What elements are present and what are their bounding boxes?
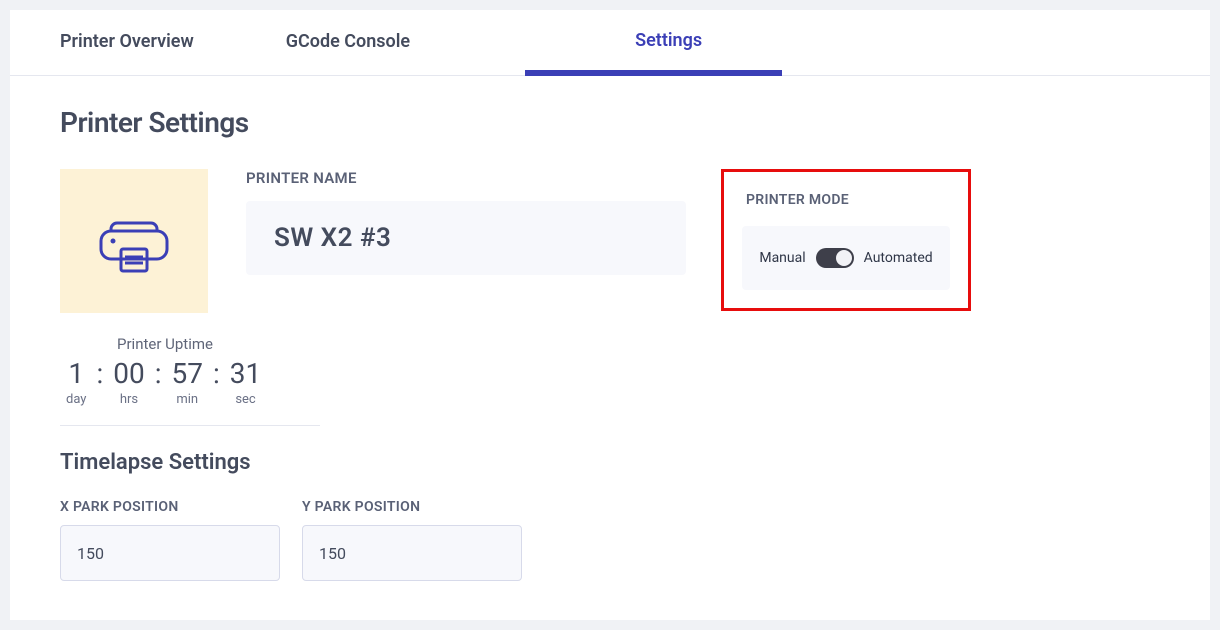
uptime-sec-value: 31 bbox=[230, 357, 261, 390]
page-title: Printer Settings bbox=[60, 106, 1160, 139]
uptime-label: Printer Uptime bbox=[40, 335, 290, 353]
printer-icon-container bbox=[60, 169, 208, 313]
main-tabs: Printer Overview GCode Console Settings bbox=[10, 10, 1210, 76]
tab-settings[interactable]: Settings bbox=[525, 10, 782, 76]
y-park-input[interactable] bbox=[302, 525, 522, 581]
printer-icon bbox=[93, 205, 175, 277]
mode-toggle[interactable] bbox=[816, 248, 854, 268]
uptime-day-unit: day bbox=[66, 392, 86, 407]
printer-name-label: PRINTER NAME bbox=[246, 169, 686, 187]
uptime-hrs-unit: hrs bbox=[113, 392, 144, 407]
tab-gcode-console[interactable]: GCode Console bbox=[276, 10, 525, 76]
timelapse-title: Timelapse Settings bbox=[60, 450, 1160, 475]
tab-printer-overview[interactable]: Printer Overview bbox=[50, 10, 276, 76]
x-park-input[interactable] bbox=[60, 525, 280, 581]
mode-option-automated: Automated bbox=[864, 250, 933, 266]
mode-option-manual: Manual bbox=[759, 250, 805, 266]
uptime-sec-unit: sec bbox=[230, 392, 261, 407]
uptime-hrs-value: 00 bbox=[113, 357, 144, 390]
printer-mode-toggle-row: Manual Automated bbox=[742, 226, 950, 290]
toggle-knob bbox=[836, 250, 852, 266]
printer-mode-card: PRINTER MODE Manual Automated bbox=[721, 169, 971, 311]
uptime-min-value: 57 bbox=[172, 357, 203, 390]
uptime: 1 day : 00 hrs : 57 min : 31 bbox=[60, 357, 208, 407]
printer-name-value: SW X2 #3 bbox=[246, 201, 686, 275]
x-park-label: X PARK POSITION bbox=[60, 499, 280, 515]
uptime-day-value: 1 bbox=[66, 357, 86, 390]
section-divider bbox=[60, 425, 320, 426]
printer-mode-label: PRINTER MODE bbox=[742, 192, 950, 208]
uptime-min-unit: min bbox=[172, 392, 203, 407]
y-park-label: Y PARK POSITION bbox=[302, 499, 522, 515]
